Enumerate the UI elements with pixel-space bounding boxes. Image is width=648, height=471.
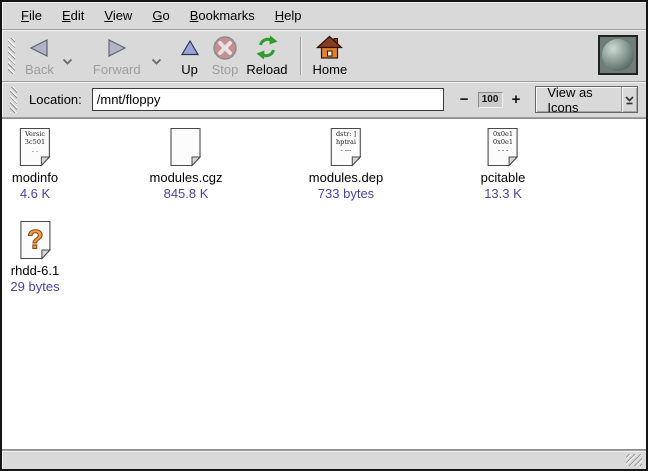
up-icon (180, 35, 200, 60)
file-item[interactable]: dstr: ]hptrai- --- modules.dep 733 bytes (309, 127, 383, 201)
file-item[interactable]: modules.cgz 845.8 K (150, 127, 223, 201)
back-icon (28, 35, 50, 60)
file-preview-text: Versic3c501. . (19, 130, 51, 154)
home-icon (316, 35, 343, 60)
menu-edit[interactable]: Edit (52, 4, 94, 27)
menu-bookmarks[interactable]: Bookmarks (180, 4, 265, 27)
file-size: 733 bytes (318, 186, 374, 201)
file-name: modules.cgz (150, 170, 223, 185)
file-preview-text: dstr: ]hptrai- --- (330, 130, 362, 154)
file-item[interactable]: Versic3c501. . modinfo 4.6 K (12, 127, 58, 201)
menu-help[interactable]: Help (265, 4, 312, 27)
throbber-sphere-icon (602, 39, 634, 71)
file-item[interactable]: ? rhdd-6.1 29 bytes (10, 220, 59, 294)
file-name: pcitable (481, 170, 526, 185)
zoom-level-indicator: 100 (478, 92, 503, 108)
location-input[interactable] (92, 88, 444, 111)
location-bar: Location: − 100 + View as Icons (2, 82, 646, 118)
home-button[interactable]: Home (313, 35, 348, 77)
file-icon: ? (18, 220, 52, 260)
resize-grip[interactable] (626, 454, 642, 466)
toolbar-drag-handle[interactable] (8, 38, 15, 74)
toolbar-separator (300, 37, 301, 75)
file-icon (169, 127, 203, 167)
file-size: 29 bytes (10, 279, 59, 294)
stop-button[interactable]: Stop (212, 35, 239, 77)
forward-history-dropdown[interactable] (151, 52, 162, 70)
up-button[interactable]: Up (180, 35, 200, 77)
file-size: 13.3 K (484, 186, 522, 201)
icon-view-canvas: Versic3c501. . modinfo 4.6 K modules.cgz… (2, 118, 646, 450)
menu-go[interactable]: Go (142, 4, 179, 27)
forward-button[interactable]: Forward (93, 35, 141, 77)
zoom-out-button[interactable]: − (458, 91, 471, 108)
forward-icon (106, 35, 128, 60)
back-button[interactable]: Back (25, 35, 54, 77)
file-name: rhdd-6.1 (11, 263, 59, 278)
reload-icon (254, 35, 280, 60)
file-icon: dstr: ]hptrai- --- (329, 127, 363, 167)
throbber-logo (598, 35, 638, 75)
dropdown-arrow-icon (621, 87, 637, 112)
status-bar (2, 450, 646, 469)
stop-icon (212, 35, 238, 60)
zoom-in-button[interactable]: + (510, 91, 523, 108)
file-size: 4.6 K (20, 186, 50, 201)
view-mode-dropdown[interactable]: View as Icons (535, 86, 638, 113)
location-label: Location: (29, 92, 82, 107)
file-manager-window: File Edit View Go Bookmarks Help Back Fo… (0, 0, 648, 471)
file-name: modules.dep (309, 170, 383, 185)
svg-text:?: ? (27, 225, 44, 255)
file-name: modinfo (12, 170, 58, 185)
menu-view[interactable]: View (94, 4, 142, 27)
reload-button[interactable]: Reload (246, 35, 287, 77)
view-mode-label: View as Icons (536, 87, 621, 112)
file-icon: 0x0e10x0e1- - - (486, 127, 520, 167)
toolbar: Back Forward Up (2, 30, 646, 82)
file-icon: Versic3c501. . (18, 127, 52, 167)
menu-file[interactable]: File (11, 4, 52, 27)
file-size: 845.8 K (164, 186, 209, 201)
back-history-dropdown[interactable] (62, 52, 73, 70)
file-item[interactable]: 0x0e10x0e1- - - pcitable 13.3 K (481, 127, 526, 201)
menu-bar: File Edit View Go Bookmarks Help (2, 2, 646, 30)
locationbar-drag-handle[interactable] (10, 87, 17, 113)
file-preview-text: 0x0e10x0e1- - - (487, 130, 519, 154)
